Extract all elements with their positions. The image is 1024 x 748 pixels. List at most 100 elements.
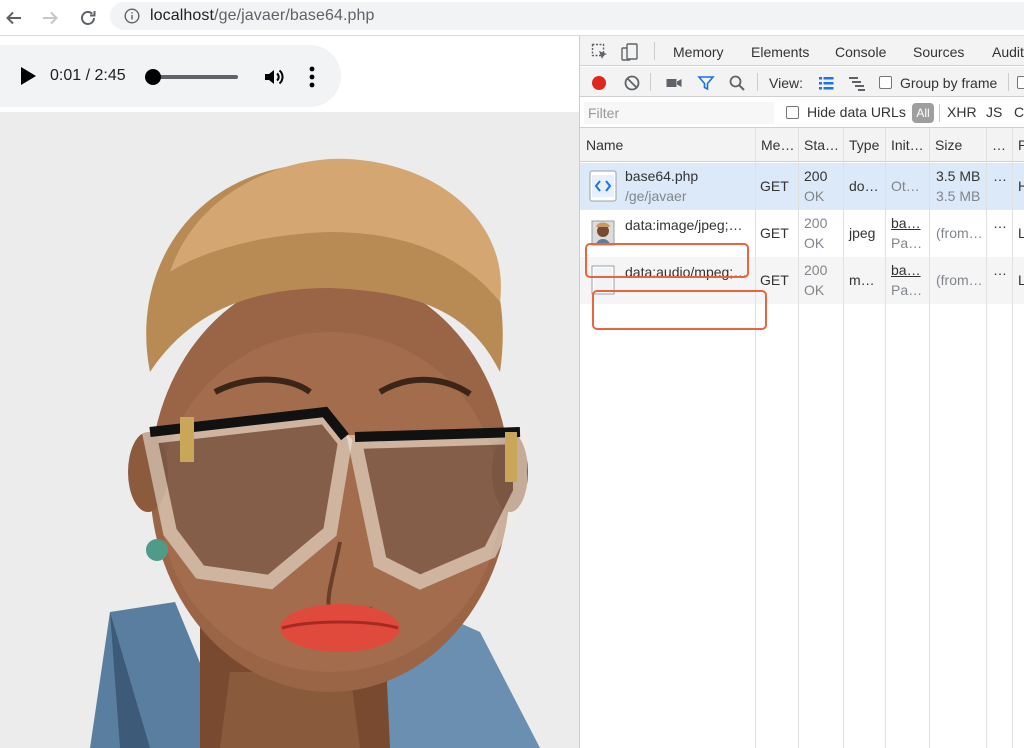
reload-icon — [81, 11, 96, 25]
column-divider[interactable] — [798, 128, 799, 748]
waterfall-view-icon[interactable] — [848, 74, 866, 92]
extra-checkbox[interactable] — [1017, 76, 1024, 89]
filter-icon[interactable] — [697, 74, 715, 92]
reload-button[interactable] — [76, 6, 100, 30]
url-path: /ge/javaer/base64.php — [214, 7, 375, 24]
request-initiator: Ot… — [891, 178, 920, 194]
tab-memory[interactable]: Memory — [673, 44, 724, 60]
filter-input[interactable] — [584, 102, 774, 124]
list-view-icon[interactable] — [817, 74, 835, 92]
network-request-table: Name Me… Sta… Type Init… Size … P base64… — [580, 128, 1024, 748]
table-row[interactable]: base64.php /ge/javaer GET 200 OK do… Ot…… — [580, 163, 1024, 210]
request-size: 3.5 MB — [936, 168, 981, 184]
highlight-image-request — [585, 243, 749, 278]
toolbar-separator — [1008, 73, 1009, 91]
request-status-text: OK — [804, 188, 825, 204]
devtools-tabbar: Memory Elements Console Sources Audit — [580, 36, 1024, 66]
inspect-element-icon[interactable] — [590, 42, 610, 62]
tab-sources[interactable]: Sources — [913, 44, 964, 60]
info-icon[interactable] — [124, 8, 140, 24]
column-priority[interactable]: P — [1018, 137, 1024, 153]
column-method[interactable]: Me… — [761, 137, 794, 153]
url-host: localhost — [150, 7, 215, 24]
document-icon — [589, 170, 617, 202]
address-bar[interactable]: localhost/ge/javaer/base64.php — [110, 2, 1024, 30]
column-initiator[interactable]: Init… — [891, 137, 924, 153]
column-size[interactable]: Size — [935, 137, 962, 153]
column-divider[interactable] — [885, 128, 886, 748]
group-by-frame-checkbox[interactable] — [879, 76, 892, 89]
audio-player[interactable]: 0:01 / 2:45 — [0, 45, 341, 107]
record-icon[interactable] — [590, 74, 608, 92]
request-status-text: OK — [804, 235, 825, 251]
play-icon[interactable] — [18, 65, 38, 87]
request-type: jpeg — [849, 225, 876, 241]
column-status[interactable]: Sta… — [804, 137, 839, 153]
more-vertical-icon[interactable] — [302, 65, 322, 89]
filter-all-button[interactable]: All — [912, 103, 934, 123]
request-type: do… — [849, 178, 879, 194]
column-type[interactable]: Type — [849, 137, 879, 153]
device-toolbar-icon[interactable] — [620, 42, 640, 62]
request-name: data:image/jpeg;… — [625, 217, 743, 233]
view-label: View: — [769, 75, 803, 91]
filter-js-button[interactable]: JS — [986, 104, 1002, 120]
toolbar-separator — [757, 73, 758, 91]
tab-console[interactable]: Console — [835, 44, 886, 60]
group-by-frame-label: Group by frame — [900, 75, 998, 91]
highlight-audio-request — [592, 290, 767, 330]
forward-button[interactable] — [38, 6, 62, 30]
filter-css-button[interactable]: C — [1014, 104, 1024, 120]
request-time: … — [993, 262, 1007, 278]
network-toolbar: View: Group by frame — [580, 67, 1024, 97]
column-divider[interactable] — [986, 128, 987, 748]
tab-audits[interactable]: Audit — [992, 44, 1024, 60]
hide-data-urls-checkbox[interactable] — [786, 106, 799, 119]
column-divider[interactable] — [755, 128, 756, 748]
tab-elements[interactable]: Elements — [751, 44, 809, 60]
browser-toolbar: localhost/ge/javaer/base64.php — [0, 0, 1024, 36]
request-initiator-link[interactable]: ba… — [891, 262, 921, 278]
request-time: … — [993, 168, 1007, 184]
portrait-image — [0, 112, 580, 748]
column-name[interactable]: Name — [586, 137, 623, 153]
page-content: 0:01 / 2:45 — [0, 36, 580, 748]
column-divider[interactable] — [843, 128, 844, 748]
request-type: m… — [849, 272, 875, 288]
url-text: localhost/ge/javaer/base64.php — [150, 7, 375, 25]
hide-data-urls-label: Hide data URLs — [807, 104, 906, 120]
request-initiator-detail: Pa… — [891, 282, 923, 298]
request-priority: L — [1018, 225, 1024, 241]
request-status-text: OK — [804, 282, 825, 298]
column-time[interactable]: … — [992, 137, 1006, 153]
request-status: 200 — [804, 215, 828, 231]
request-status: 200 — [804, 262, 828, 278]
volume-icon[interactable] — [262, 65, 286, 89]
toolbar-separator — [650, 73, 651, 91]
screenshot-camera-icon[interactable] — [665, 74, 683, 92]
request-size: (from… — [936, 225, 983, 241]
arrow-left-icon — [6, 11, 21, 25]
clear-icon[interactable] — [623, 74, 641, 92]
request-initiator-link[interactable]: ba… — [891, 215, 921, 231]
request-name: base64.php — [625, 168, 699, 184]
audio-progress-thumb[interactable] — [145, 69, 161, 85]
tab-separator — [654, 42, 655, 60]
request-time: … — [993, 215, 1007, 231]
column-divider[interactable] — [929, 128, 930, 748]
filter-xhr-button[interactable]: XHR — [947, 104, 977, 120]
request-size: (from… — [936, 272, 983, 288]
audio-time: 0:01 / 2:45 — [50, 67, 126, 84]
search-icon[interactable] — [728, 74, 746, 92]
devtools-panel: Memory Elements Console Sources Audit Vi… — [579, 36, 1024, 748]
column-divider[interactable] — [1012, 128, 1013, 748]
request-method: GET — [760, 225, 789, 241]
back-button[interactable] — [2, 6, 26, 30]
request-path: /ge/javaer — [625, 188, 687, 204]
table-header: Name Me… Sta… Type Init… Size … P — [580, 128, 1024, 162]
request-resource-size: 3.5 MB — [936, 188, 981, 204]
request-method: GET — [760, 272, 789, 288]
request-priority: L — [1018, 272, 1024, 288]
request-priority: H — [1018, 178, 1024, 194]
filter-bar: Hide data URLs All XHR JS C — [580, 98, 1024, 128]
